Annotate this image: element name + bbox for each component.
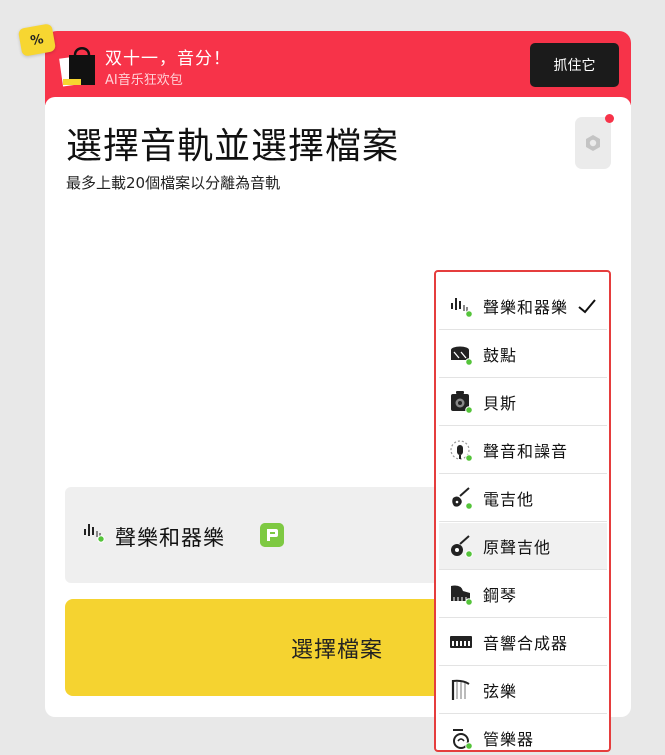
dropdown-item-acoustic-guitar[interactable]: 原聲吉他	[439, 523, 607, 570]
dropdown-item-synthesizer[interactable]: 音響合成器	[439, 619, 607, 666]
track-type-selector[interactable]: 聲樂和器樂	[65, 487, 465, 583]
dropdown-item-label: 聲樂和器樂	[483, 298, 569, 317]
settings-button[interactable]	[575, 114, 614, 169]
dropdown-item-bass[interactable]: 貝斯	[439, 379, 607, 426]
dropdown-item-vocals-instrumental[interactable]: 聲樂和器樂	[439, 283, 607, 330]
page-subtitle: 最多上載20個檔案以分離為音軌	[66, 174, 281, 192]
premium-badge-icon	[260, 523, 284, 547]
dropdown-item-wind-instruments[interactable]: 管樂器	[439, 715, 607, 750]
dropdown-item-label: 弦樂	[483, 682, 518, 701]
dropdown-item-label: 音響合成器	[483, 634, 569, 653]
synthesizer-icon	[450, 636, 472, 648]
dropdown-item-drums[interactable]: 鼓點	[439, 331, 607, 378]
page-title: 選擇音軌並選擇檔案	[66, 126, 400, 167]
electric-guitar-icon	[452, 487, 473, 510]
dropdown-item-electric-guitar[interactable]: 電吉他	[439, 475, 607, 522]
bass-amp-icon	[451, 391, 473, 414]
promo-title: 双十一，音分！	[105, 49, 231, 69]
dropdown-item-piano[interactable]: 鋼琴	[439, 571, 607, 618]
harp-icon	[451, 679, 470, 700]
shopping-bag-icon	[59, 47, 95, 87]
voice-noise-icon	[450, 440, 473, 462]
choose-file-button[interactable]: 選擇檔案	[65, 599, 465, 696]
dropdown-item-label: 鋼琴	[483, 586, 518, 605]
notification-dot	[605, 114, 614, 123]
acoustic-guitar-icon	[451, 535, 473, 558]
dropdown-item-strings[interactable]: 弦樂	[439, 667, 607, 714]
dropdown-item-label: 電吉他	[483, 490, 535, 509]
dropdown-item-voice-noise[interactable]: 聲音和譟音	[439, 427, 607, 474]
vocal-waveform-icon	[451, 298, 473, 318]
promo-banner[interactable]: 双十一，音分！ AI音乐狂欢包 抓住它	[45, 31, 631, 105]
track-type-dropdown: 聲樂和器樂 鼓點 貝斯 聲音和譟音 電吉他 原聲吉他 鋼琴 音響合成器 弦樂 管…	[434, 270, 611, 752]
dropdown-item-label: 原聲吉他	[483, 538, 552, 557]
dropdown-item-label: 貝斯	[483, 394, 518, 413]
selected-track-label: 聲樂和器樂	[115, 526, 225, 550]
promo-subtitle: AI音乐狂欢包	[105, 73, 183, 88]
wind-instrument-icon	[453, 729, 473, 750]
dropdown-item-label: 管樂器	[483, 730, 535, 749]
vocal-waveform-icon	[84, 524, 105, 543]
dropdown-item-label: 鼓點	[483, 346, 518, 365]
piano-icon	[451, 585, 473, 606]
discount-tag-icon: %	[17, 23, 57, 57]
drum-icon	[451, 346, 473, 366]
grab-it-button[interactable]: 抓住它	[530, 43, 619, 87]
checkmark-icon	[578, 299, 596, 314]
dropdown-item-label: 聲音和譟音	[483, 442, 569, 461]
gear-icon	[586, 135, 600, 151]
